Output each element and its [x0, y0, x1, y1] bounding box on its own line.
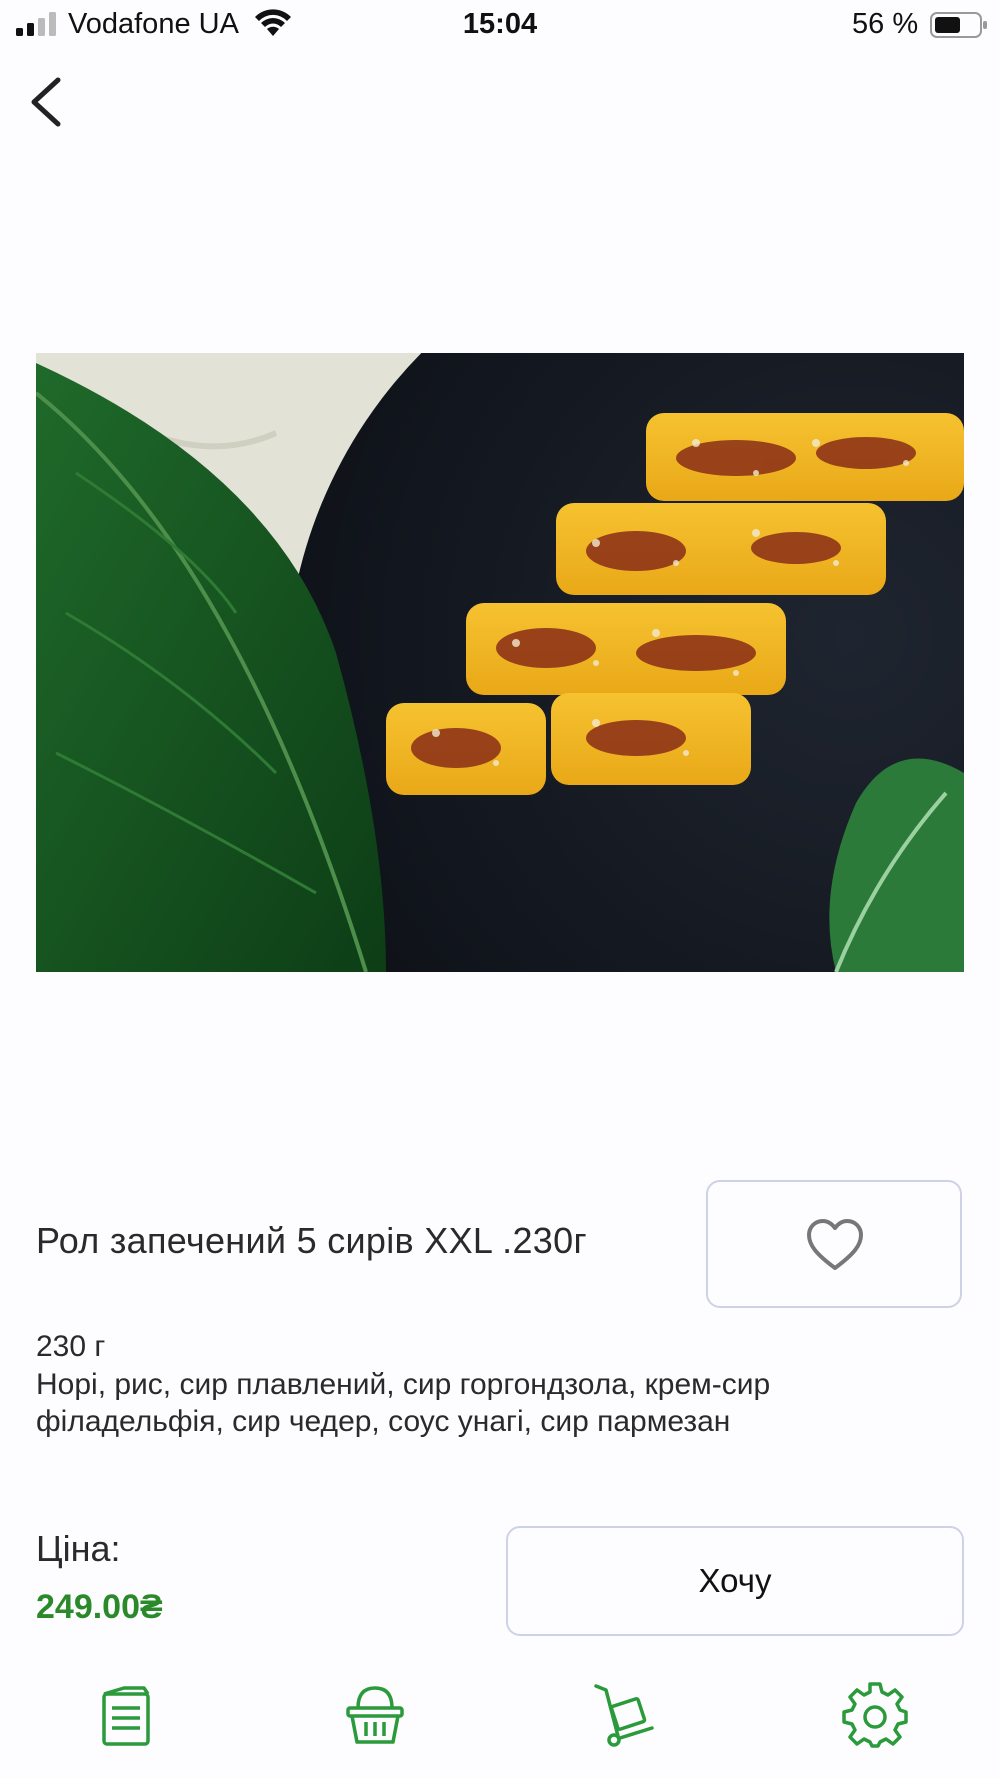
- product-title: Рол запечений 5 сирів XXL .230г: [36, 1220, 587, 1261]
- tab-menu[interactable]: [90, 1680, 160, 1750]
- tab-basket[interactable]: [340, 1680, 410, 1750]
- product-ingredients: Норі, рис, сир плавлений, сир горгондзол…: [36, 1368, 771, 1438]
- tab-settings[interactable]: [840, 1680, 910, 1750]
- battery-icon: [930, 12, 987, 38]
- price-value: 249.00₴: [36, 1588, 163, 1626]
- tab-delivery[interactable]: [590, 1680, 660, 1750]
- delivery-cart-icon: [594, 1684, 654, 1747]
- add-to-cart-button[interactable]: Хочу: [506, 1526, 964, 1636]
- settings-gear-icon: [842, 1682, 908, 1748]
- menu-icon: [102, 1686, 150, 1746]
- product-image: [36, 353, 964, 972]
- status-time: 15:04: [462, 8, 538, 40]
- product-weight: 230 г: [36, 1330, 106, 1363]
- bottom-tab-bar: [0, 1670, 1000, 1770]
- chevron-left-icon: [31, 77, 61, 127]
- price-label: Ціна:: [36, 1528, 121, 1569]
- basket-icon: [346, 1686, 404, 1744]
- battery-percent: 56 %: [852, 8, 919, 40]
- favorite-button[interactable]: [706, 1180, 962, 1308]
- back-button[interactable]: [20, 70, 80, 134]
- product-screen: Vodafone UA 15:04 56 % Рол запечений 5 с…: [0, 0, 1000, 1778]
- sushi-roll-photo: [36, 353, 964, 972]
- heart-icon: [807, 1219, 863, 1270]
- status-bar: Vodafone UA 15:04 56 %: [0, 0, 1000, 52]
